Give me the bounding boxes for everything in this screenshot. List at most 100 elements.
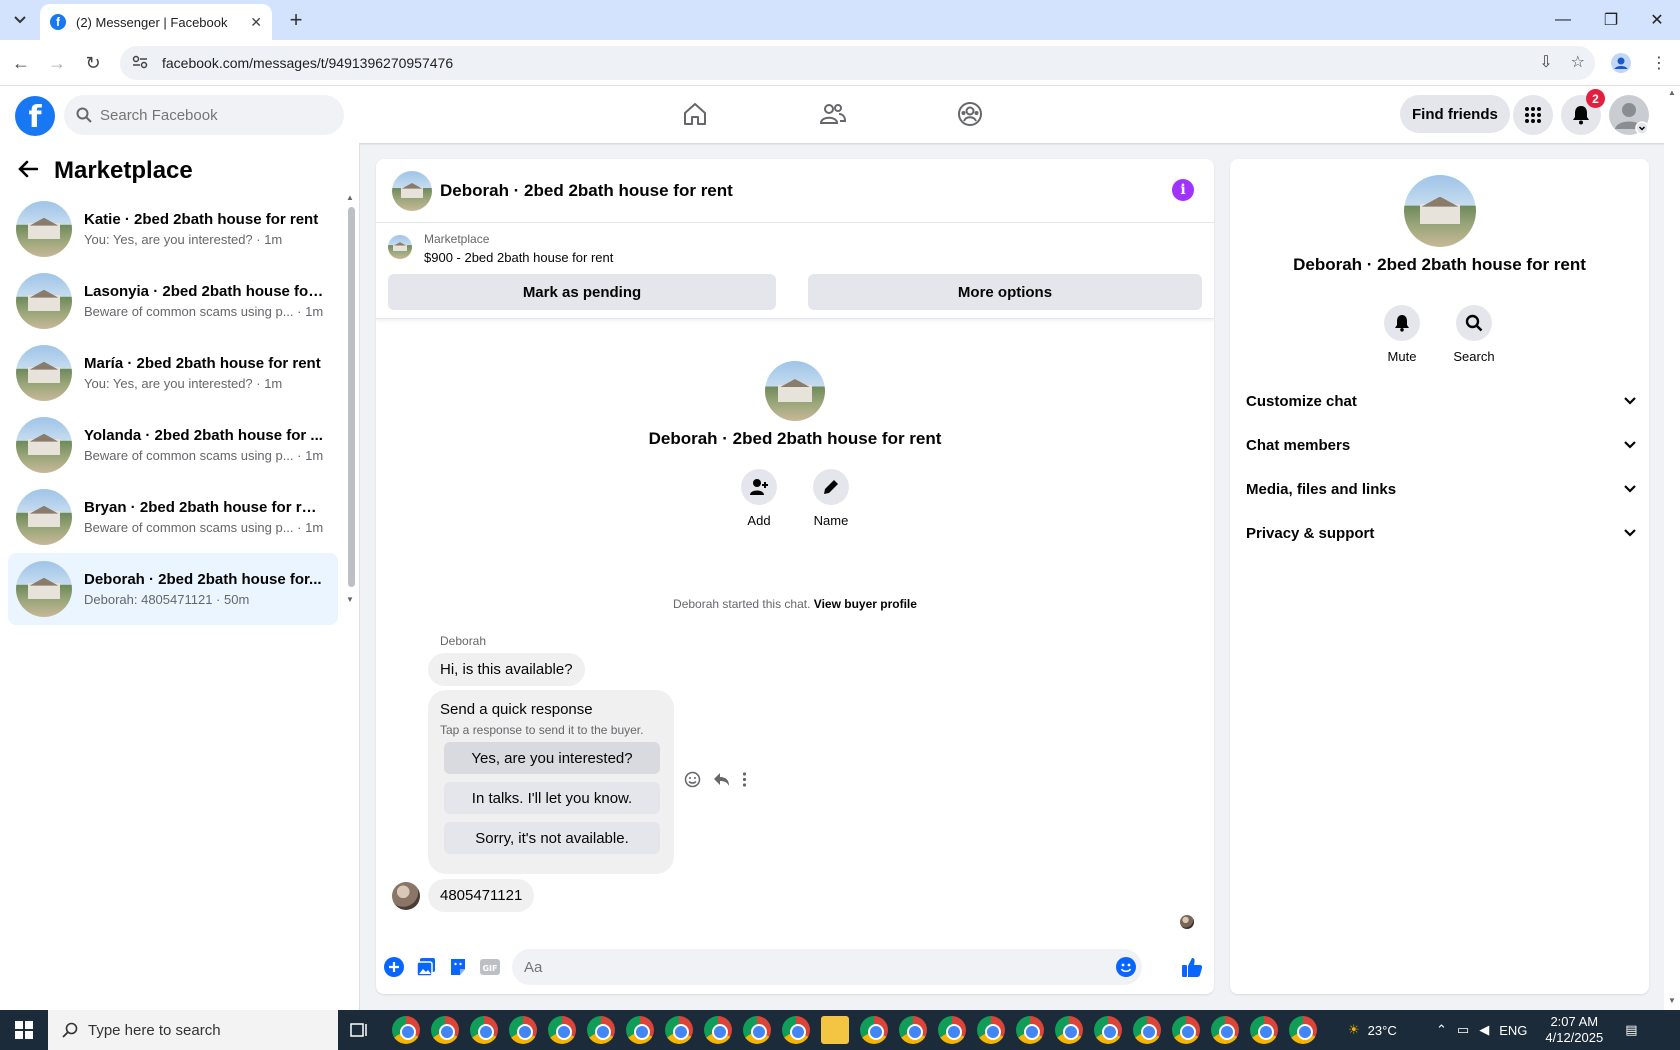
emoji-icon[interactable] (1114, 955, 1138, 979)
facebook-logo-icon[interactable]: f (15, 96, 55, 136)
taskbar-search[interactable]: Type here to search (48, 1010, 338, 1050)
taskbar-file-explorer-icon[interactable] (821, 1016, 849, 1044)
find-friends-button[interactable]: Find friends (1400, 95, 1510, 133)
clock-date[interactable]: 4/12/2025 (1545, 1030, 1603, 1046)
taskbar-chrome-icon[interactable] (1289, 1016, 1317, 1044)
taskbar-chrome-icon[interactable] (1250, 1016, 1278, 1044)
language-indicator[interactable]: ENG (1499, 1023, 1527, 1038)
chat-avatar[interactable] (392, 171, 432, 211)
section-chat-members[interactable]: Chat members (1246, 425, 1636, 465)
section-customize-chat[interactable]: Customize chat (1246, 381, 1636, 421)
photo-icon[interactable] (414, 955, 438, 979)
message-bubble[interactable]: 4805471121 (428, 879, 535, 912)
facebook-search-input[interactable] (100, 106, 320, 124)
taskbar-chrome-icon[interactable] (548, 1016, 576, 1044)
forward-button[interactable]: → (44, 50, 70, 76)
network-icon[interactable]: ▭ (1457, 1022, 1469, 1038)
conversation-item[interactable]: Bryan · 2bed 2bath house for rent Beware… (8, 481, 338, 553)
reply-icon[interactable] (713, 772, 730, 792)
more-vertical-icon[interactable] (742, 772, 747, 792)
thumbs-up-icon[interactable] (1180, 955, 1204, 979)
taskbar-chrome-icon[interactable] (1172, 1016, 1200, 1044)
chat-title[interactable]: Deborah · 2bed 2bath house for rent (440, 181, 733, 201)
browser-tab-messenger[interactable]: f (2) Messenger | Facebook ✕ (40, 4, 272, 40)
listing-price[interactable]: $900 - 2bed 2bath house for rent (424, 250, 613, 265)
close-window-button[interactable]: ✕ (1634, 0, 1680, 40)
taskbar-chrome-icon[interactable] (470, 1016, 498, 1044)
clock-time[interactable]: 2:07 AM (1545, 1014, 1603, 1030)
conversation-item-active[interactable]: Deborah · 2bed 2bath house for... Debora… (8, 553, 338, 625)
friends-nav-icon[interactable] (811, 94, 855, 134)
taskbar-chrome-icon[interactable] (626, 1016, 654, 1044)
sidebar-scrollbar[interactable]: ▲ ▼ (346, 193, 356, 613)
scroll-down-icon[interactable]: ▼ (346, 595, 354, 604)
taskbar-chrome-icon[interactable] (1055, 1016, 1083, 1044)
bookmark-star-icon[interactable]: ☆ (1571, 52, 1585, 72)
facebook-search[interactable] (64, 95, 344, 135)
gif-icon[interactable]: GIF (478, 955, 502, 979)
windows-start-icon[interactable] (0, 1010, 48, 1050)
message-bubble[interactable]: Hi, is this available? (428, 653, 585, 686)
taskbar-chrome-icon[interactable] (509, 1016, 537, 1044)
taskbar-chrome-icon[interactable] (938, 1016, 966, 1044)
show-hidden-icons-icon[interactable]: ⌃ (1436, 1022, 1447, 1038)
taskbar-chrome-icon[interactable] (782, 1016, 810, 1044)
edit-name-button[interactable]: Name (801, 469, 861, 528)
browser-menu-icon[interactable]: ⋮ (1646, 50, 1672, 76)
restore-button[interactable]: ❐ (1588, 0, 1634, 40)
menu-grid-icon[interactable] (1513, 95, 1553, 135)
conversation-item[interactable]: Lasonyia · 2bed 2bath house for... Bewar… (8, 265, 338, 337)
sticker-icon[interactable] (446, 955, 470, 979)
taskbar-chrome-icon[interactable] (743, 1016, 771, 1044)
address-bar[interactable]: facebook.com/messages/t/9491396270957476… (120, 46, 1595, 80)
install-app-icon[interactable]: ⇩ (1539, 52, 1552, 72)
groups-nav-icon[interactable] (948, 94, 992, 134)
conversation-item[interactable]: Yolanda · 2bed 2bath house for ... Bewar… (8, 409, 338, 481)
plus-circle-icon[interactable] (382, 955, 406, 979)
mark-as-pending-button[interactable]: Mark as pending (388, 274, 776, 310)
section-media-files-links[interactable]: Media, files and links (1246, 469, 1636, 509)
search-in-chat-button[interactable]: Search (1444, 305, 1504, 364)
sender-avatar[interactable] (392, 882, 420, 910)
close-tab-icon[interactable]: ✕ (250, 14, 262, 31)
taskbar-chrome-icon[interactable] (977, 1016, 1005, 1044)
conversation-item[interactable]: Katie · 2bed 2bath house for rent You: Y… (8, 193, 338, 265)
back-button[interactable]: ← (8, 50, 34, 76)
page-scrollbar[interactable]: ▲ ▼ (1664, 86, 1680, 1010)
taskbar-chrome-icon[interactable] (1094, 1016, 1122, 1044)
volume-icon[interactable]: ◀ (1479, 1022, 1489, 1038)
taskbar-chrome-icon[interactable] (587, 1016, 615, 1044)
new-tab-button[interactable]: + (282, 7, 310, 32)
add-people-button[interactable]: Add (729, 469, 789, 528)
quick-response-button[interactable]: Sorry, it's not available. (444, 822, 660, 854)
weather-widget[interactable]: ☀ 23°C (1348, 1010, 1397, 1050)
taskbar-chrome-icon[interactable] (899, 1016, 927, 1044)
back-arrow-icon[interactable] (18, 157, 39, 185)
info-icon[interactable]: i (1172, 179, 1194, 201)
taskbar-chrome-icon[interactable] (431, 1016, 459, 1044)
section-privacy-support[interactable]: Privacy & support (1246, 513, 1636, 553)
task-view-icon[interactable] (350, 1010, 368, 1050)
minimize-button[interactable]: — (1540, 0, 1586, 40)
home-nav-icon[interactable] (673, 94, 717, 134)
scrollbar-thumb[interactable] (348, 207, 355, 587)
tab-search-button[interactable] (6, 8, 34, 32)
details-avatar[interactable] (1404, 175, 1476, 247)
taskbar-chrome-icon[interactable] (860, 1016, 888, 1044)
quick-response-button[interactable]: Yes, are you interested? (444, 742, 660, 774)
message-input[interactable] (512, 949, 1142, 985)
taskbar-chrome-icon[interactable] (1016, 1016, 1044, 1044)
view-buyer-profile-link[interactable]: View buyer profile (814, 597, 917, 611)
taskbar-chrome-icon[interactable] (1211, 1016, 1239, 1044)
reload-button[interactable]: ↻ (80, 50, 106, 76)
notification-center-icon[interactable]: ▤ (1625, 1022, 1637, 1038)
account-avatar[interactable] (1609, 95, 1649, 135)
more-options-button[interactable]: More options (808, 274, 1202, 310)
react-emoji-icon[interactable] (684, 771, 701, 793)
taskbar-chrome-icon[interactable] (665, 1016, 693, 1044)
taskbar-chrome-icon[interactable] (1133, 1016, 1161, 1044)
taskbar-chrome-icon[interactable] (704, 1016, 732, 1044)
listing-thumbnail[interactable] (388, 235, 412, 259)
conversation-item[interactable]: María · 2bed 2bath house for rent You: Y… (8, 337, 338, 409)
mute-button[interactable]: Mute (1372, 305, 1432, 364)
